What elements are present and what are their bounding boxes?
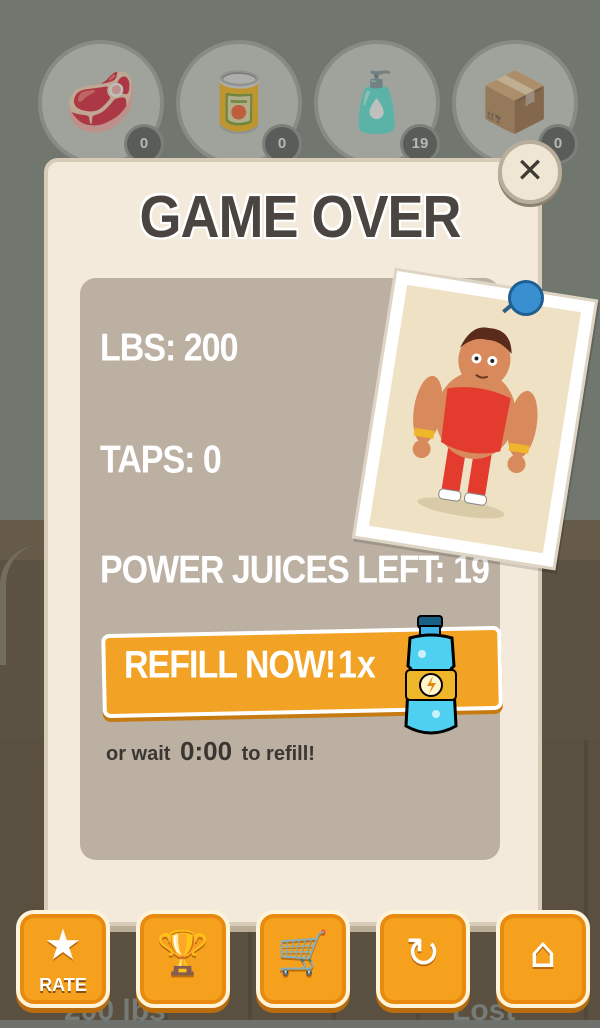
cart-icon: 🛒 bbox=[276, 928, 330, 977]
retry-button[interactable]: ↻ bbox=[376, 910, 470, 1008]
character-photo bbox=[351, 267, 599, 571]
refill-label: REFILL NOW! bbox=[124, 643, 336, 687]
pushpin-icon bbox=[508, 280, 544, 316]
power-juice-bottle-icon bbox=[404, 615, 458, 735]
refill-multiplier: 1x bbox=[338, 643, 376, 687]
trophy-icon: 🏆 bbox=[156, 928, 210, 977]
lbs-stat: LBS: 200 bbox=[100, 326, 238, 370]
wrestler-character-icon bbox=[412, 327, 538, 519]
leaderboard-button[interactable]: 🏆 bbox=[136, 910, 230, 1008]
wait-timer: 0:00 bbox=[180, 736, 233, 766]
home-icon: ⌂ bbox=[529, 928, 557, 977]
retry-icon: ↻ bbox=[405, 928, 441, 977]
wait-suffix: to refill! bbox=[241, 743, 315, 765]
taps-stat: TAPS: 0 bbox=[100, 438, 222, 482]
home-button[interactable]: ⌂ bbox=[496, 910, 590, 1008]
shop-button[interactable]: 🛒 bbox=[256, 910, 350, 1008]
dialog-title: GAME OVER bbox=[139, 184, 461, 250]
rate-button[interactable]: ★ RATE bbox=[16, 910, 110, 1008]
star-icon: ★ bbox=[44, 920, 82, 969]
refill-wait-text: or wait 0:00 to refill! bbox=[106, 736, 315, 767]
photo-frame bbox=[368, 284, 582, 554]
wait-prefix: or wait bbox=[106, 743, 171, 765]
rate-label: RATE bbox=[39, 975, 87, 995]
juices-left-stat: POWER JUICES LEFT: 19 bbox=[100, 548, 490, 592]
